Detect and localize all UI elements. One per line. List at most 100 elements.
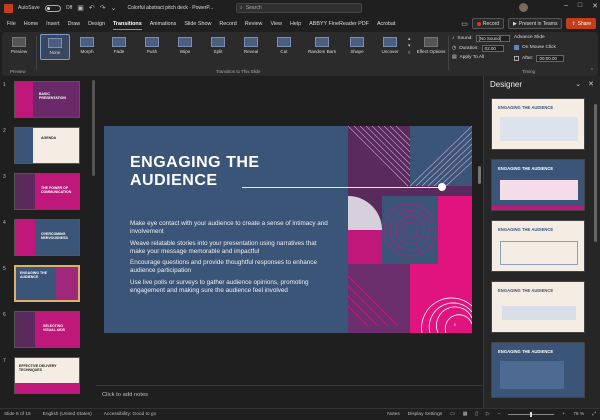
avatar[interactable]	[519, 3, 528, 12]
tab-abbyy[interactable]: ABBYY FineReader PDF	[309, 19, 369, 29]
slide-thumbnail-1[interactable]: BASIC PRESENTATION	[14, 81, 80, 118]
slide-thumbnail-7[interactable]: EFFECTIVE DELIVERY TECHNIQUES	[14, 357, 80, 394]
advance-slide-header: Advance Slide	[514, 35, 545, 40]
fit-to-window-icon[interactable]: ⤢	[592, 411, 596, 417]
slide-body[interactable]: Make eye contact with your audience to c…	[130, 220, 330, 299]
tab-transitions[interactable]: Transitions	[112, 19, 142, 30]
save-icon[interactable]: ▣	[77, 4, 84, 12]
transition-fade[interactable]: Fade	[104, 34, 134, 60]
tab-home[interactable]: Home	[24, 19, 38, 29]
normal-view-icon[interactable]: ▭	[450, 412, 455, 417]
transitions-group-label: Transition to This Slide	[216, 69, 261, 74]
zoom-in-icon[interactable]: +	[562, 412, 565, 417]
design-idea-5[interactable]: ENGAGING THE AUDIENCE	[491, 342, 585, 398]
effect-options-button[interactable]: Effect Options	[416, 34, 446, 60]
close-icon[interactable]: ✕	[592, 2, 598, 10]
transition-split-icon	[211, 37, 225, 47]
display-settings-button[interactable]: Display Settings	[408, 412, 442, 417]
language-indicator[interactable]: English (United States)	[43, 412, 92, 417]
designer-scrollbar[interactable]	[594, 104, 597, 242]
tab-insert[interactable]: Insert	[46, 19, 59, 29]
tab-record[interactable]: Record	[219, 19, 236, 29]
transition-shape[interactable]: Shape	[342, 34, 372, 60]
transition-label: Fade	[113, 49, 125, 54]
after-input[interactable]: 00:00.00	[536, 55, 565, 62]
accessibility-status[interactable]: Accessibility: Good to go	[104, 412, 157, 417]
duration-input[interactable]: 02.00	[481, 45, 504, 52]
present-in-teams-button[interactable]: ▶ Present in Teams	[508, 18, 563, 29]
record-button[interactable]: Record	[471, 18, 505, 29]
thumbnails-scrollbar[interactable]	[92, 80, 95, 176]
minimize-icon[interactable]: –	[564, 2, 568, 10]
slide-bullet: Weave relatable stories into your presen…	[130, 239, 317, 255]
thumb-number: 6	[3, 312, 6, 318]
tab-draw[interactable]: Draw	[68, 19, 81, 29]
zoom-out-icon[interactable]: −	[498, 412, 501, 417]
sound-select[interactable]: [No Sound]	[475, 35, 510, 42]
slide-thumbnail-3[interactable]: THE POWER OF COMMUNICATION	[14, 173, 80, 210]
transition-label: Morph	[80, 49, 94, 54]
slide-thumbnail-4[interactable]: OVERCOMING NERVOUSNESS	[14, 219, 80, 256]
transition-push[interactable]: Push	[137, 34, 167, 60]
design-idea-1[interactable]: ENGAGING THE AUDIENCE	[491, 98, 585, 150]
tab-file[interactable]: File	[7, 19, 16, 29]
transition-cut[interactable]: Cut	[269, 34, 299, 60]
record-icon	[476, 21, 481, 26]
transition-reveal[interactable]: Reveal	[236, 34, 266, 60]
slide-title[interactable]: ENGAGING THE AUDIENCE	[130, 154, 340, 191]
share-label: Share	[577, 20, 591, 27]
thumb-number: 2	[3, 128, 6, 134]
transition-morph-icon	[80, 37, 94, 47]
design-idea-3[interactable]: ENGAGING THE AUDIENCE	[491, 220, 585, 272]
chevron-down-icon[interactable]: ⌄	[575, 80, 581, 88]
apply-all-label: Apply To All	[459, 55, 485, 60]
autosave-toggle[interactable]	[44, 4, 61, 12]
design-idea-2[interactable]: ENGAGING THE AUDIENCE	[491, 159, 585, 211]
slide-canvas[interactable]: ENGAGING THE AUDIENCE Make eye contact w…	[104, 126, 472, 333]
transition-uncover[interactable]: Uncover	[375, 34, 405, 60]
slide-thumbnail-6[interactable]: SELECTING VISUAL AIDS	[14, 311, 80, 348]
transition-split[interactable]: Split	[203, 34, 233, 60]
search-box[interactable]: ⌕ Search	[236, 3, 362, 13]
comments-icon[interactable]: ▭	[461, 20, 468, 28]
close-icon[interactable]: ✕	[588, 80, 594, 88]
slide-thumbnail-2[interactable]: AGENDA	[14, 127, 80, 164]
notes-button[interactable]: Notes	[387, 412, 400, 417]
tab-help[interactable]: Help	[290, 19, 301, 29]
reading-view-icon[interactable]: ▯	[475, 412, 478, 417]
transition-label: Reveal	[243, 49, 259, 54]
sound-label: Sound:	[457, 36, 473, 41]
transition-morph[interactable]: Morph	[72, 34, 102, 60]
share-button[interactable]: ⇪ Share	[566, 18, 596, 29]
on-click-checkbox[interactable]	[514, 45, 519, 50]
gallery-scroll[interactable]: ▴ ▾ ▿	[408, 36, 411, 57]
zoom-slider[interactable]	[508, 411, 555, 417]
slide-thumbnail-5[interactable]: ENGAGING THE AUDIENCE	[14, 265, 80, 302]
tab-acrobat[interactable]: Acrobat	[377, 19, 396, 29]
slide-sorter-icon[interactable]: ▦	[463, 412, 468, 417]
maximize-icon[interactable]: □	[578, 2, 582, 10]
zoom-level[interactable]: 76 %	[573, 412, 584, 417]
transition-none[interactable]: None	[40, 34, 70, 60]
slide-scrollbar[interactable]	[478, 166, 481, 184]
ribbon-collapse-icon[interactable]: ⌃	[590, 68, 594, 74]
undo-icon[interactable]: ↶	[89, 4, 95, 12]
tab-design[interactable]: Design	[88, 19, 105, 29]
slideshow-icon[interactable]: ▷	[486, 412, 490, 417]
preview-button[interactable]: Preview	[4, 34, 34, 60]
design-idea-title: ENGAGING THE AUDIENCE	[498, 105, 554, 110]
design-idea-4[interactable]: ENGAGING THE AUDIENCE	[491, 281, 585, 333]
record-label: Record	[482, 20, 500, 27]
transition-wipe[interactable]: Wipe	[170, 34, 200, 60]
transition-random-bars[interactable]: Random Bars	[304, 34, 340, 60]
tab-animations[interactable]: Animations	[150, 19, 177, 29]
after-checkbox[interactable]	[514, 56, 519, 61]
tab-slide-show[interactable]: Slide Show	[184, 19, 211, 29]
customize-icon[interactable]: ⌄	[111, 4, 117, 12]
tab-view[interactable]: View	[270, 19, 282, 29]
slide-accent-line	[242, 187, 442, 188]
tab-review[interactable]: Review	[245, 19, 263, 29]
redo-icon[interactable]: ↷	[100, 4, 106, 12]
notes-pane[interactable]: Click to add notes	[96, 385, 482, 407]
apply-all-row[interactable]: ▤ Apply To All	[452, 55, 484, 60]
